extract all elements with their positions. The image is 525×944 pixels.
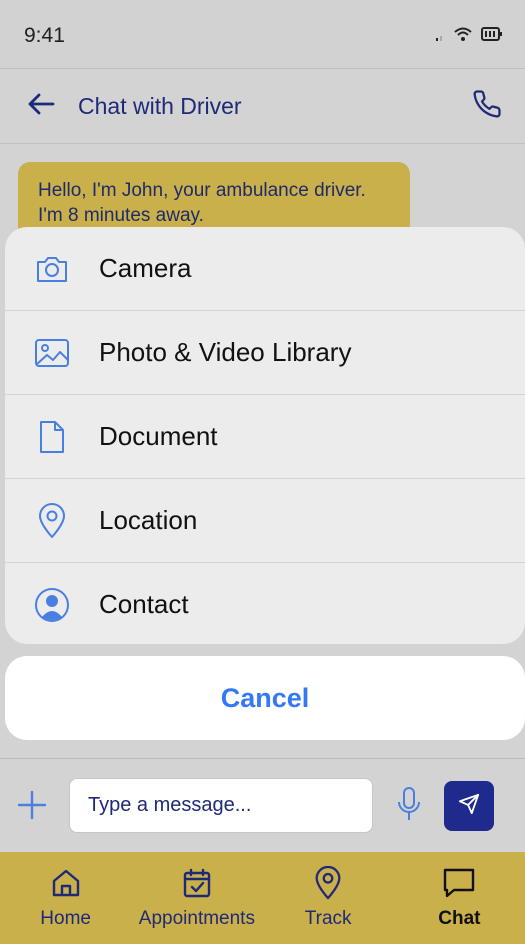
status-bar: 9:41: [0, 0, 525, 69]
calendar-icon: [180, 866, 214, 900]
battery-icon: [481, 27, 503, 46]
nav-item-track[interactable]: Track: [263, 852, 394, 944]
sheet-item-label: Photo & Video Library: [99, 337, 352, 367]
send-button[interactable]: [444, 781, 494, 831]
nav-item-home[interactable]: Home: [0, 852, 131, 944]
location-pin-icon: [311, 866, 345, 900]
sheet-item-contact[interactable]: Contact: [5, 563, 525, 644]
back-button[interactable]: [26, 91, 56, 121]
phone-icon: [472, 89, 502, 124]
sheet-item-document[interactable]: Document: [5, 395, 525, 479]
nav-label: Home: [40, 908, 91, 929]
status-icons: [435, 26, 503, 47]
message-input-bar: [0, 758, 525, 853]
nav-item-appointments[interactable]: Appointments: [131, 852, 262, 944]
sheet-item-label: Contact: [99, 589, 189, 619]
cancel-label: Cancel: [220, 682, 310, 713]
sheet-item-label: Document: [99, 421, 218, 451]
nav-label: Track: [304, 908, 352, 929]
wifi-icon: [453, 26, 473, 47]
app-screen: 9:41 Chat with Driver Hello, I'm John, y…: [0, 0, 525, 944]
plus-icon: [17, 790, 47, 825]
sheet-item-camera[interactable]: Camera: [5, 227, 525, 311]
page-title: Chat with Driver: [78, 93, 242, 119]
attach-button[interactable]: [16, 790, 48, 825]
sheet-item-photo-library[interactable]: Photo & Video Library: [5, 311, 525, 395]
home-icon: [49, 866, 83, 900]
contact-icon: [33, 586, 71, 624]
nav-label: Appointments: [138, 908, 255, 929]
image-icon: [33, 334, 71, 372]
cancel-button[interactable]: Cancel: [5, 656, 525, 740]
send-icon: [458, 793, 480, 820]
location-pin-icon: [33, 502, 71, 540]
status-time: 9:41: [24, 24, 65, 47]
message-input[interactable]: [69, 778, 373, 833]
camera-icon: [33, 250, 71, 288]
signal-icon: [435, 28, 445, 46]
nav-item-chat[interactable]: Chat: [394, 852, 525, 944]
arrow-left-icon: [27, 92, 55, 121]
attachment-action-sheet: Camera Photo & Video Library Document Lo…: [5, 227, 525, 644]
voice-button[interactable]: [394, 786, 424, 827]
sheet-item-location[interactable]: Location: [5, 479, 525, 563]
chat-icon: [442, 866, 476, 900]
nav-label: Chat: [438, 908, 481, 929]
microphone-icon: [396, 786, 422, 827]
bottom-navigation: Home Appointments Track Chat: [0, 852, 525, 944]
document-icon: [33, 418, 71, 456]
sheet-item-label: Camera: [99, 253, 192, 283]
chat-header: Chat with Driver: [0, 69, 525, 144]
call-button[interactable]: [471, 89, 503, 124]
sheet-item-label: Location: [99, 505, 198, 535]
